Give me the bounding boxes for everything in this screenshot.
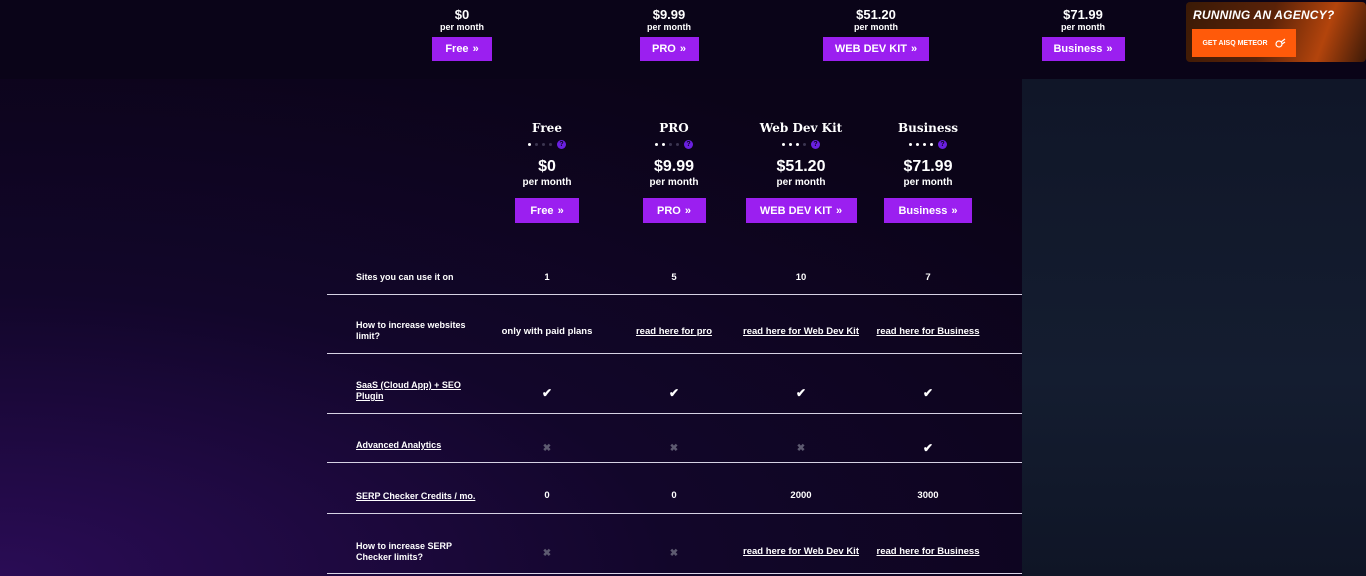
sticky-plan-free: $0 per month Free» bbox=[392, 8, 532, 61]
check-icon: ✔ bbox=[541, 386, 553, 400]
read-more-link[interactable]: read here for Web Dev Kit bbox=[731, 326, 871, 337]
read-more-link[interactable]: read here for pro bbox=[604, 326, 744, 337]
question-icon[interactable]: ? bbox=[684, 139, 693, 149]
sticky-plan-pro: $9.99 per month PRO» bbox=[599, 8, 739, 61]
plan-price: $71.99 bbox=[903, 158, 953, 175]
table-row-saas: SaaS (Cloud App) + SEO Plugin ✔ ✔ ✔ ✔ bbox=[327, 354, 1022, 414]
table-cell: 0 bbox=[544, 490, 550, 501]
button-label: Free bbox=[445, 43, 469, 55]
table-cell: 3000 bbox=[917, 490, 939, 501]
sticky-price: $0 bbox=[454, 7, 470, 22]
check-icon: ✔ bbox=[668, 386, 680, 400]
sticky-price: $71.99 bbox=[1063, 7, 1103, 22]
agency-ad-banner[interactable]: RUNNING AN AGENCY? GET AISQ METEOR bbox=[1186, 2, 1366, 62]
table-cell: 1 bbox=[544, 272, 550, 283]
table-cell: 5 bbox=[671, 272, 677, 283]
table-row-analytics: Advanced Analytics ✖ ✖ ✖ ✔ bbox=[327, 414, 1022, 463]
button-label: Free bbox=[530, 204, 554, 217]
table-cell: 10 bbox=[795, 272, 807, 283]
sticky-per-month: per month bbox=[854, 22, 898, 32]
sticky-price: $9.99 bbox=[652, 7, 686, 22]
cross-icon: ✖ bbox=[669, 443, 679, 454]
table-row-sites: Sites you can use it on 1 5 10 7 bbox=[327, 258, 1022, 295]
question-icon[interactable]: ? bbox=[811, 139, 820, 149]
get-aisq-meteor-button[interactable]: GET AISQ METEOR bbox=[1192, 29, 1296, 57]
plan-per-month: per month bbox=[903, 177, 953, 188]
table-cell: 0 bbox=[671, 490, 677, 501]
check-icon: ✔ bbox=[922, 441, 934, 455]
double-chevron-right-icon: » bbox=[557, 204, 564, 217]
double-chevron-right-icon: » bbox=[679, 43, 686, 55]
cross-icon: ✖ bbox=[669, 548, 679, 559]
double-chevron-right-icon: » bbox=[911, 43, 918, 55]
sticky-plan-business: $71.99 per month Business» bbox=[1013, 8, 1153, 61]
table-row-increase-serp: How to increase SERP Checker limits? ✖ ✖… bbox=[327, 514, 1022, 574]
button-label: PRO bbox=[652, 43, 676, 55]
right-side-panel bbox=[1022, 79, 1366, 576]
sticky-per-month: per month bbox=[440, 22, 484, 32]
question-icon[interactable]: ? bbox=[938, 139, 947, 149]
sticky-web-dev-kit-button[interactable]: WEB DEV KIT » bbox=[823, 37, 929, 61]
sticky-price: $51.20 bbox=[856, 7, 896, 22]
row-label-link[interactable]: Advanced Analytics bbox=[356, 440, 486, 451]
sticky-per-month: per month bbox=[1061, 22, 1105, 32]
business-plan-button[interactable]: Business» bbox=[884, 198, 972, 223]
double-chevron-right-icon: » bbox=[951, 204, 958, 217]
button-label: WEB DEV KIT bbox=[834, 43, 907, 55]
button-label: WEB DEV KIT bbox=[759, 204, 832, 217]
cross-icon: ✖ bbox=[796, 443, 806, 454]
check-icon: ✔ bbox=[922, 386, 934, 400]
sticky-pro-button[interactable]: PRO» bbox=[639, 37, 699, 61]
read-more-link[interactable]: read here for Business bbox=[858, 326, 998, 337]
row-label: Sites you can use it on bbox=[356, 272, 454, 282]
sticky-per-month: per month bbox=[647, 22, 691, 32]
check-icon: ✔ bbox=[795, 386, 807, 400]
ad-title: RUNNING AN AGENCY? bbox=[1193, 8, 1335, 22]
row-label: How to increase SERP Checker limits? bbox=[356, 541, 452, 562]
sticky-plan-header: $0 per month Free» $9.99 per month PRO» … bbox=[0, 0, 1366, 79]
double-chevron-right-icon: » bbox=[684, 204, 691, 217]
plan-card-business: Business ? $71.99 per month Business» bbox=[853, 121, 1003, 223]
read-more-link[interactable]: read here for Business bbox=[858, 546, 998, 557]
plan-name: Business bbox=[897, 121, 959, 135]
button-label: Business bbox=[1053, 43, 1103, 55]
cross-icon: ✖ bbox=[542, 548, 552, 559]
ad-button-label: GET AISQ METEOR bbox=[1202, 39, 1268, 47]
web-dev-kit-plan-button[interactable]: WEB DEV KIT » bbox=[745, 198, 857, 223]
read-more-link[interactable]: read here for Web Dev Kit bbox=[731, 546, 871, 557]
pro-plan-button[interactable]: PRO» bbox=[642, 198, 706, 223]
plan-level-dots: ? bbox=[853, 139, 1003, 149]
double-chevron-right-icon: » bbox=[836, 204, 843, 217]
row-label-link[interactable]: SERP Checker Credits / mo. bbox=[356, 491, 486, 502]
sticky-plan-web-dev-kit: $51.20 per month WEB DEV KIT » bbox=[806, 8, 946, 61]
question-icon[interactable]: ? bbox=[557, 139, 566, 149]
cross-icon: ✖ bbox=[542, 443, 552, 454]
table-cell: 7 bbox=[925, 272, 931, 283]
table-row-increase-websites: How to increase websites limit? only wit… bbox=[327, 295, 1022, 354]
row-label: How to increase websites limit? bbox=[356, 320, 466, 341]
table-cell: 2000 bbox=[790, 490, 812, 501]
table-row-serp-credits: SERP Checker Credits / mo. 0 0 2000 3000 bbox=[327, 463, 1022, 514]
free-plan-button[interactable]: Free» bbox=[515, 198, 579, 223]
button-label: PRO bbox=[657, 204, 681, 217]
double-chevron-right-icon: » bbox=[1106, 43, 1113, 55]
double-chevron-right-icon: » bbox=[472, 43, 479, 55]
meteor-icon bbox=[1274, 38, 1285, 48]
button-label: Business bbox=[898, 204, 948, 217]
sticky-business-button[interactable]: Business» bbox=[1041, 37, 1125, 61]
row-label-link[interactable]: SaaS (Cloud App) + SEO Plugin bbox=[356, 380, 486, 402]
table-cell: only with paid plans bbox=[501, 326, 593, 337]
sticky-free-button[interactable]: Free» bbox=[432, 37, 492, 61]
